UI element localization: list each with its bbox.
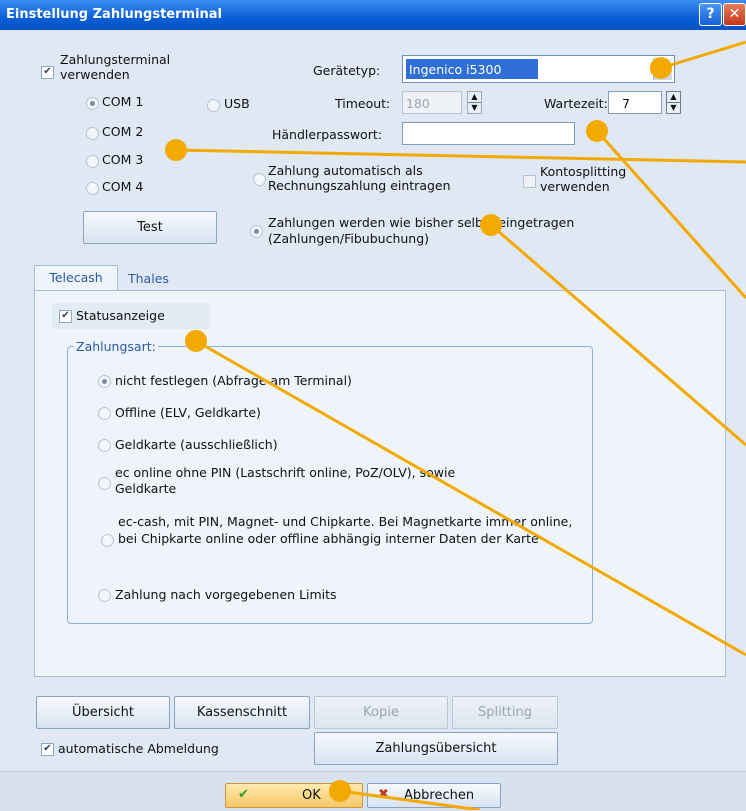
callout-marker [165, 139, 187, 161]
callout-overlay [175, 40, 746, 810]
callout-marker [329, 780, 351, 802]
callout-line [339, 789, 481, 810]
callout-line [660, 40, 746, 70]
callout-marker [185, 330, 207, 352]
callout-marker [586, 120, 608, 142]
callout-line [195, 339, 746, 657]
callout-marker [650, 57, 672, 79]
callout-line [175, 148, 746, 164]
callout-line [595, 130, 746, 299]
callout-line [490, 223, 746, 447]
callout-marker [480, 214, 502, 236]
